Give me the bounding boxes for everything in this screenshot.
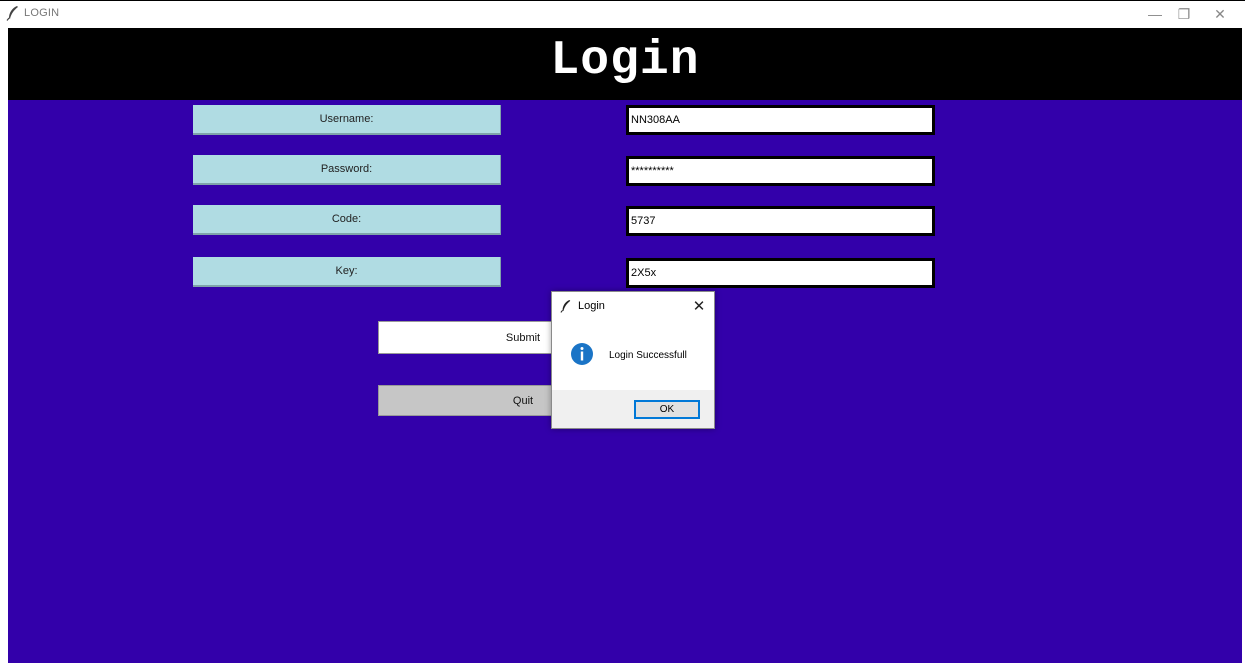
username-input[interactable] xyxy=(626,105,935,135)
maximize-button[interactable]: ❐ xyxy=(1166,3,1202,25)
code-input[interactable] xyxy=(626,206,935,236)
key-input[interactable] xyxy=(626,258,935,288)
close-window-button[interactable]: ✕ xyxy=(1202,3,1238,25)
ok-button[interactable]: OK xyxy=(634,400,700,419)
close-icon[interactable]: ✕ xyxy=(688,296,710,316)
dialog-footer: OK xyxy=(552,390,714,428)
dialog-title: Login xyxy=(578,300,605,312)
header-bar: Login xyxy=(8,28,1242,100)
dialog-body: Login Successfull xyxy=(552,320,714,390)
username-label: Username: xyxy=(193,105,501,135)
key-label: Key: xyxy=(193,257,501,287)
window-titlebar: LOGIN — ❐ ✕ xyxy=(0,0,1245,28)
feather-icon xyxy=(560,299,572,313)
page-title: Login xyxy=(550,34,700,88)
info-icon xyxy=(570,342,594,366)
password-label: Password: xyxy=(193,155,501,185)
feather-icon xyxy=(6,5,20,21)
dialog-titlebar: Login ✕ xyxy=(552,292,714,320)
password-input[interactable] xyxy=(626,156,935,186)
window-title: LOGIN xyxy=(24,7,60,19)
code-label: Code: xyxy=(193,205,501,235)
dialog-message: Login Successfull xyxy=(609,350,687,361)
login-dialog: Login ✕ Login Successfull OK xyxy=(551,291,715,429)
window-border-left xyxy=(0,28,8,663)
